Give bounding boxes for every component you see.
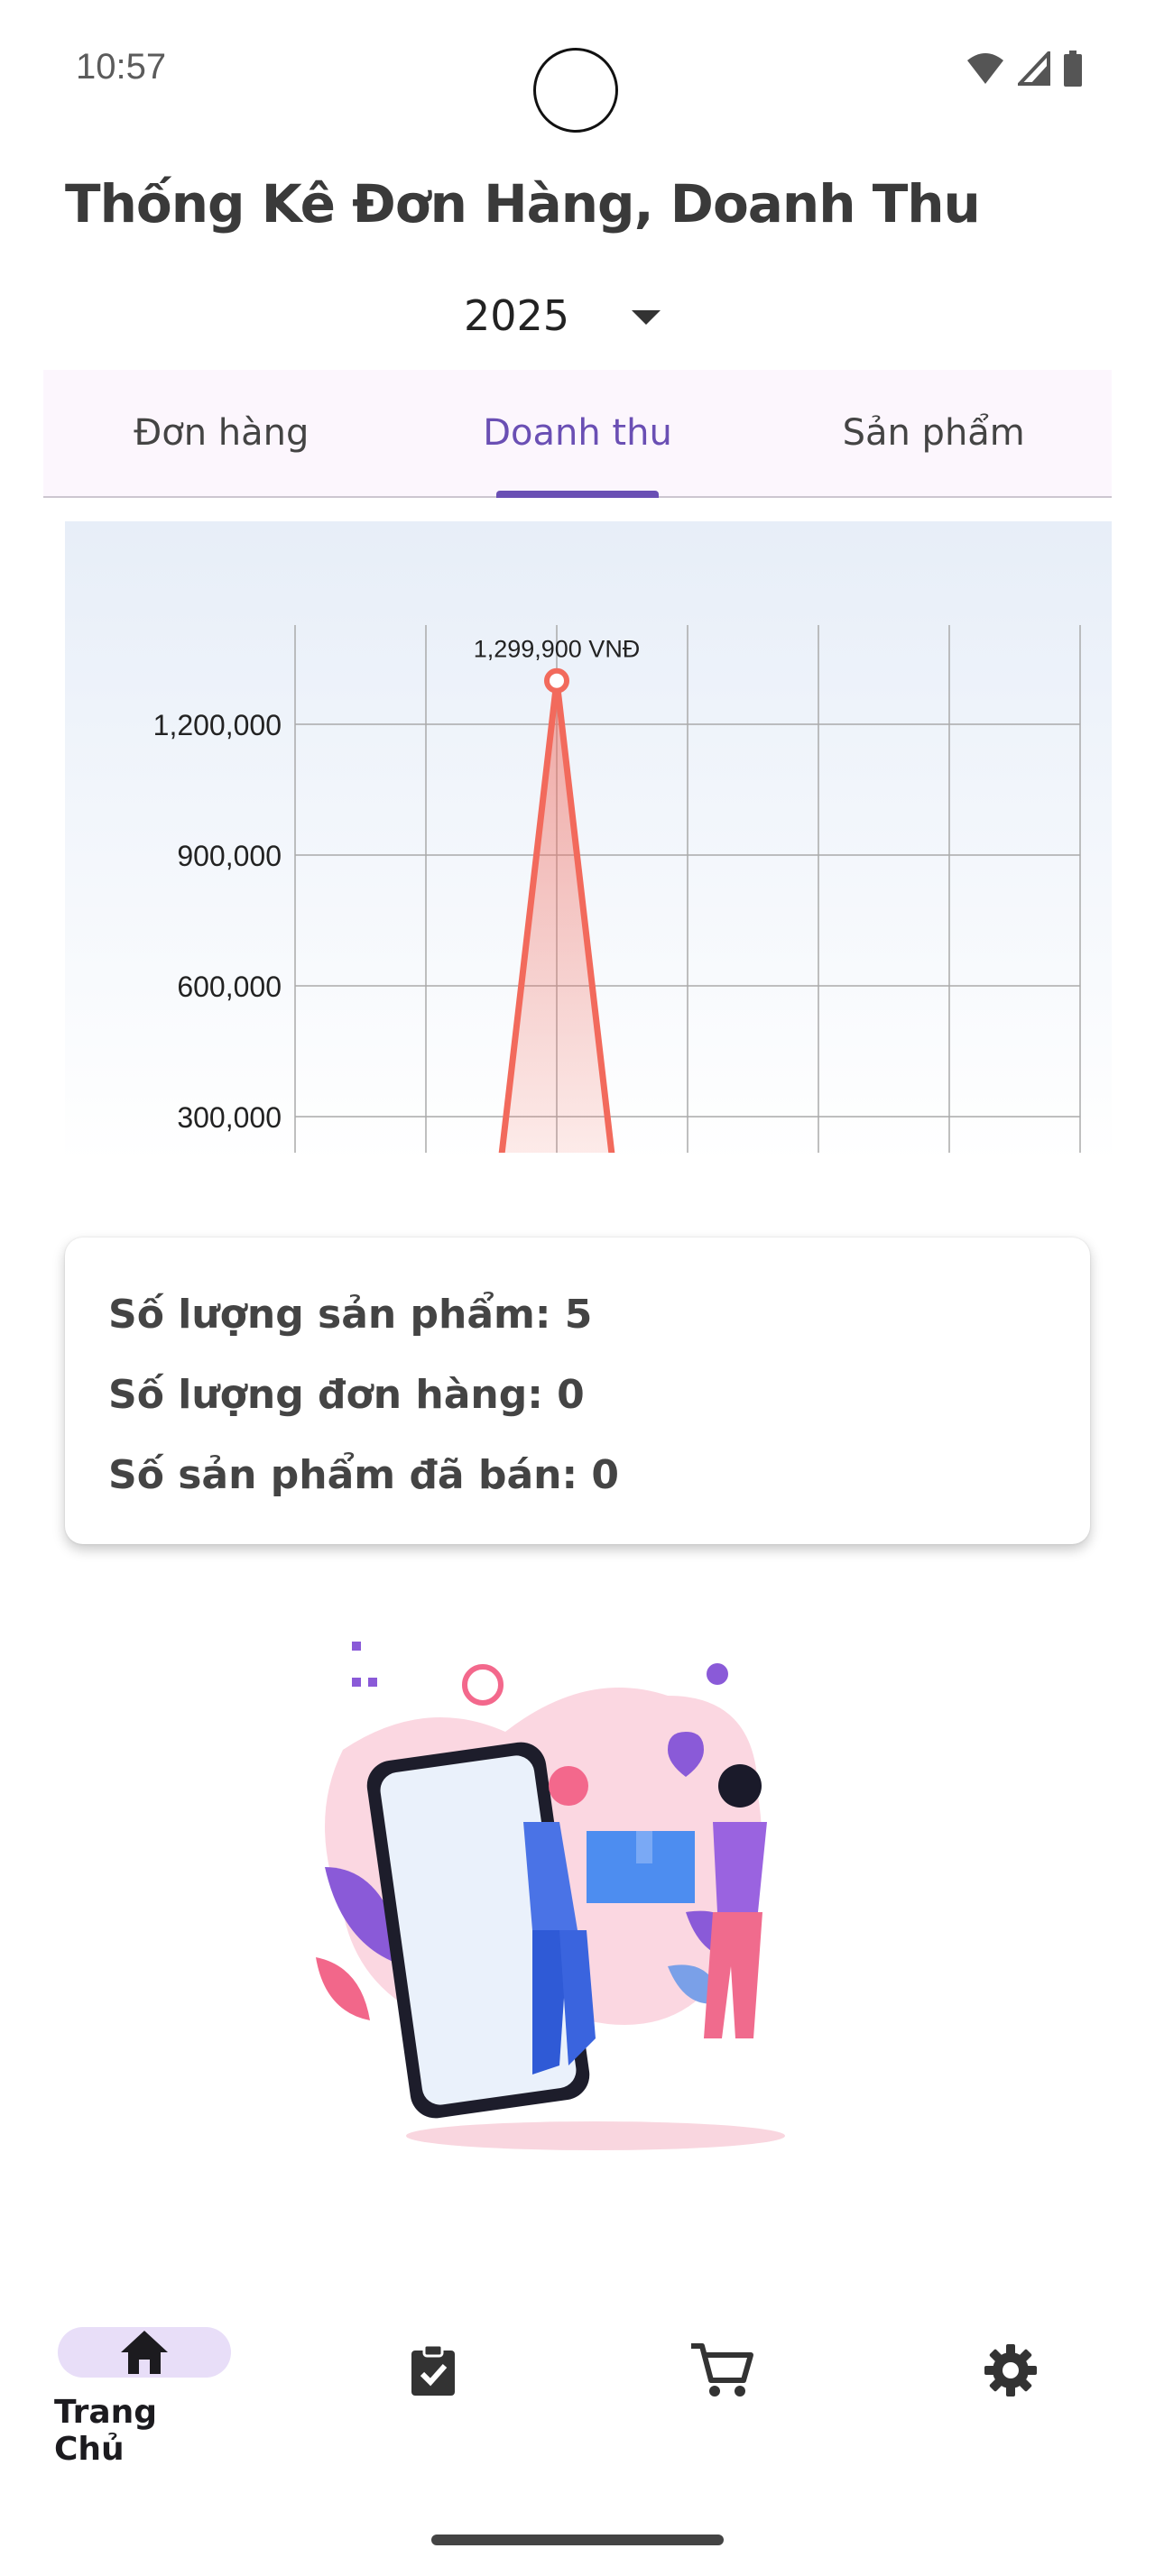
clipboard-check-icon: [411, 2343, 455, 2396]
tab-orders[interactable]: Đơn hàng: [43, 370, 400, 496]
y-tick-label: 600,000: [177, 971, 282, 1003]
data-point-peak: [544, 667, 569, 694]
sold-count-text: Số sản phẩm đã bán: 0: [108, 1452, 619, 1498]
bottom-navigation: Trang Chủ: [0, 2305, 1155, 2486]
nav-home-label: Trang Chủ: [54, 2394, 158, 2468]
status-icons: [966, 51, 1083, 87]
nav-home-pill: [58, 2327, 231, 2378]
nav-cart[interactable]: [632, 2305, 812, 2468]
peak-value-label: 1,299,900 VNĐ: [474, 636, 641, 663]
revenue-chart: 1,200,000 900,000 600,000 300,000 1,299,900 …: [65, 521, 1112, 1164]
tab-orders-label: Đơn hàng: [134, 412, 310, 454]
home-icon: [121, 2331, 168, 2374]
nav-home[interactable]: Trang Chủ: [54, 2305, 235, 2468]
camera-cutout: [533, 48, 618, 133]
nav-orders[interactable]: [343, 2305, 523, 2468]
tab-revenue-label: Doanh thu: [483, 412, 672, 454]
cart-icon: [691, 2343, 753, 2397]
series-group: [498, 677, 615, 1153]
year-dropdown-value: 2025: [464, 291, 570, 340]
year-dropdown[interactable]: 2025: [442, 280, 677, 352]
order-count-text: Số lượng đơn hàng: 0: [108, 1372, 585, 1418]
tab-revenue[interactable]: Doanh thu: [400, 370, 756, 496]
wifi-icon: [967, 53, 1003, 84]
revenue-line-chart: 1,200,000 900,000 600,000 300,000 1,299,900 …: [153, 625, 1081, 1153]
delivery-illustration: [316, 1642, 785, 2150]
home-indicator[interactable]: [431, 2535, 724, 2545]
product-count-text: Số lượng sản phẩm: 5: [108, 1292, 593, 1338]
y-tick-label: 300,000: [177, 1101, 282, 1134]
tab-bar: Đơn hàng Doanh thu Sản phẩm: [43, 370, 1112, 498]
nav-settings-pill: [924, 2327, 1097, 2414]
nav-settings[interactable]: [920, 2305, 1101, 2468]
battery-icon: [1064, 51, 1082, 87]
cellular-signal-icon: [1018, 51, 1050, 86]
y-tick-label: 900,000: [177, 840, 282, 872]
stats-card: Số lượng sản phẩm: 5 Số lượng đơn hàng: …: [65, 1237, 1090, 1544]
tab-products[interactable]: Sản phẩm: [755, 370, 1112, 496]
nav-orders-pill: [346, 2327, 520, 2414]
tab-products-label: Sản phẩm: [842, 412, 1025, 454]
nav-cart-pill: [635, 2327, 808, 2414]
page-title: Thống Kê Đơn Hàng, Doanh Thu: [65, 173, 981, 235]
dropdown-caret-icon: [632, 310, 661, 325]
gear-icon: [984, 2344, 1037, 2397]
status-time: 10:57: [76, 47, 167, 87]
y-tick-label: 1,200,000: [153, 709, 282, 741]
status-bar: 10:57: [0, 0, 1155, 135]
